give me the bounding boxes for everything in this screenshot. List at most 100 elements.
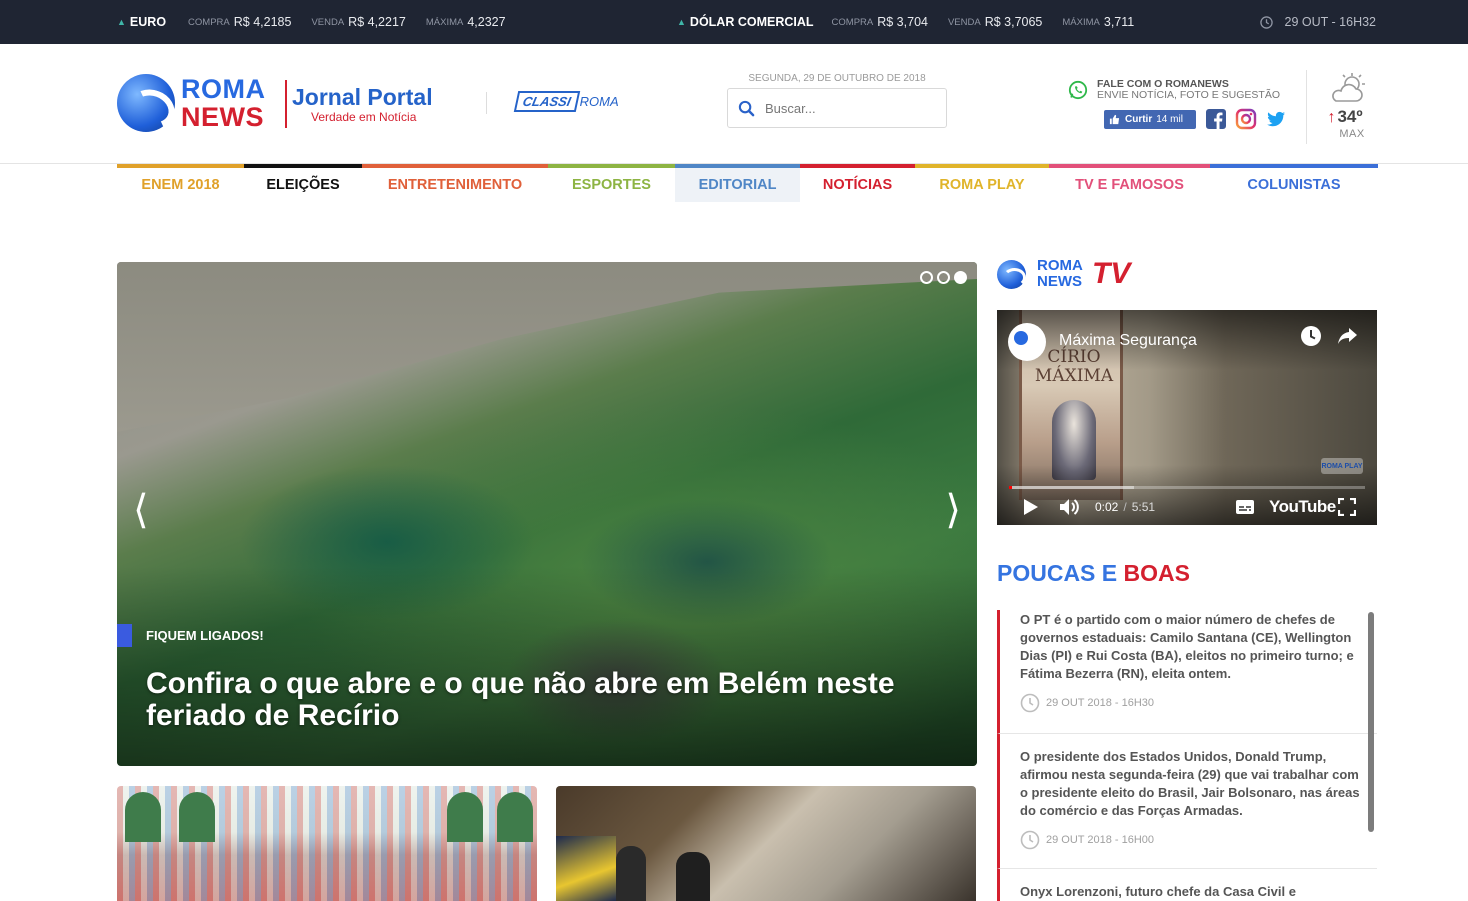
euro-compra-label: COMPRA [188,16,230,28]
tv-logo-roma: ROMA [1037,257,1083,274]
hero-slider[interactable]: ⟨ ⟩ FIQUEM LIGADOS! Confira o que abre e… [117,262,977,766]
news-thumbnail[interactable] [556,786,976,901]
like-count: 14 mil [1156,114,1183,125]
weather-temperature: ↑ 34º [1320,107,1370,127]
hero-headline[interactable]: Confira o que abre e o que não abre em B… [146,668,946,732]
thumb-image-detail [125,792,161,842]
list-item-text[interactable]: Onyx Lorenzoni, futuro chefe da Casa Civ… [1020,883,1377,901]
hero-overlay [117,566,977,766]
hero-image-river [117,262,977,432]
fullscreen-button[interactable] [1338,496,1356,518]
dolar-venda-value: R$ 3,7065 [984,15,1043,29]
current-datetime: 29 OUT - 16H32 [1259,0,1376,44]
nav-label: ENTRETENIMENTO [387,177,523,193]
romanews-tv-logo[interactable]: ROMA NEWS TV [997,258,1147,292]
nav-label: ESPORTES [572,177,651,193]
clock-icon [1020,693,1040,713]
slider-dot-active[interactable] [954,271,967,284]
video-time: 0:02 / 5:51 [1095,496,1155,518]
poucas-e-boas-list: O PT é o partido com o maior número de c… [997,610,1377,901]
nav-item-colunistas[interactable]: COLUNISTAS [1210,164,1378,202]
classiroma-link[interactable]: CLASSI ROMA [513,91,619,112]
video-total-time: 5:51 [1131,500,1156,514]
captions-button[interactable] [1235,496,1255,518]
dolar-maxima-value: 3,711 [1103,15,1135,29]
thumbs-up-icon [1109,114,1120,125]
youtube-video-player[interactable]: CÍRIO MÁXIMA Máxima Segurança ROMA PLAY … [997,310,1377,525]
nav-item-eleicoes[interactable]: ELEIÇÕES [244,164,362,202]
nav-item-noticias[interactable]: NOTÍCIAS [800,164,915,202]
up-arrow-icon: ▲ [117,17,126,27]
logo-divider [285,80,287,128]
watch-later-icon[interactable] [1299,324,1323,348]
tv-logo-news: NEWS [1037,273,1082,290]
fale-subtitle: ENVIE NOTÍCIA, FOTO E SUGESTÃO [1097,89,1281,101]
euro-quote: ▲ EURO COMPRA R$ 4,2185 VENDA R$ 4,2217 … [117,0,526,44]
list-item[interactable]: O PT é o partido com o maior número de c… [997,610,1377,734]
nav-item-editorial[interactable]: EDITORIAL [675,164,800,202]
temperature-value: 34º [1337,107,1363,126]
news-thumbnail[interactable] [117,786,537,901]
classi-text: CLASSI [513,91,580,112]
video-progress-bar[interactable] [1009,486,1365,489]
arrow-up-icon: ↑ [1327,109,1336,126]
datetime-text: 29 OUT - 16H32 [1284,15,1376,29]
search-icon[interactable] [738,100,755,117]
search-box[interactable] [727,88,947,128]
play-button[interactable] [1023,496,1039,518]
list-scrollbar[interactable] [1368,612,1374,832]
slider-dot[interactable] [920,271,933,284]
list-item[interactable]: O presidente dos Estados Unidos, Donald … [997,734,1377,869]
euro-compra-value: R$ 4,2185 [233,15,292,29]
list-item-text[interactable]: O presidente dos Estados Unidos, Donald … [1020,748,1377,820]
time-separator: / [1123,500,1127,514]
jornal-portal-title[interactable]: Jornal Portal [292,84,433,111]
thumb-image-detail [179,792,215,842]
roma-text: ROMA [579,94,619,109]
youtube-logo[interactable]: YouTube [1269,497,1336,517]
whatsapp-icon[interactable] [1068,80,1088,100]
thumb-image-detail [616,846,646,901]
list-item-timestamp: 29 OUT 2018 - 16H00 [1046,834,1155,846]
nav-item-entretenimento[interactable]: ENTRETENIMENTO [362,164,548,202]
slider-dots [920,271,967,284]
header-date: SEGUNDA, 29 DE OUTUBRO DE 2018 [748,73,926,84]
euro-maxima-label: MÁXIMA [425,16,464,28]
romanews-logo[interactable]: ROMA NEWS [117,74,277,134]
channel-avatar[interactable] [1008,323,1046,361]
captions-icon [1236,500,1254,514]
instagram-icon[interactable] [1235,108,1257,130]
nav-item-enem-2018[interactable]: ENEM 2018 [117,164,244,202]
euro-venda-label: VENDA [311,16,345,28]
nav-item-roma-play[interactable]: ROMA PLAY [915,164,1049,202]
clock-icon [1259,15,1273,29]
thumb-image-detail [676,852,710,901]
euro-label: EURO [129,15,167,29]
nav-label: ELEIÇÕES [266,177,340,193]
nav-label: ENEM 2018 [141,177,220,193]
header-divider [486,92,487,114]
slider-next-arrow[interactable]: ⟩ [945,490,961,530]
header-divider-vertical [1306,70,1307,144]
clock-icon [1020,830,1040,850]
nav-item-tv-e-famosos[interactable]: TV E FAMOSOS [1049,164,1210,202]
search-input[interactable] [765,100,925,116]
list-item-time: 29 OUT 2018 - 16H30 [1020,693,1377,713]
list-item-text[interactable]: O PT é o partido com o maior número de c… [1020,611,1377,683]
video-title[interactable]: Máxima Segurança [1059,332,1197,350]
hero-kicker: FIQUEM LIGADOS! [146,628,264,643]
thumb-image-detail [447,792,483,842]
nav-item-esportes[interactable]: ESPORTES [548,164,675,202]
volume-button[interactable] [1059,496,1081,518]
twitter-icon[interactable] [1265,108,1287,130]
list-item[interactable]: Onyx Lorenzoni, futuro chefe da Casa Civ… [997,869,1377,901]
fullscreen-icon [1338,498,1356,516]
slider-prev-arrow[interactable]: ⟨ [133,490,149,530]
dolar-label: DÓLAR COMERCIAL [689,15,814,29]
poucas-e-boas-title: POUCAS E BOAS [997,560,1190,587]
facebook-icon[interactable] [1205,108,1227,130]
share-icon[interactable] [1335,324,1359,348]
logo-roma-text: ROMA [181,74,266,104]
facebook-like-button[interactable]: Curtir 14 mil [1104,110,1196,129]
slider-dot[interactable] [937,271,950,284]
